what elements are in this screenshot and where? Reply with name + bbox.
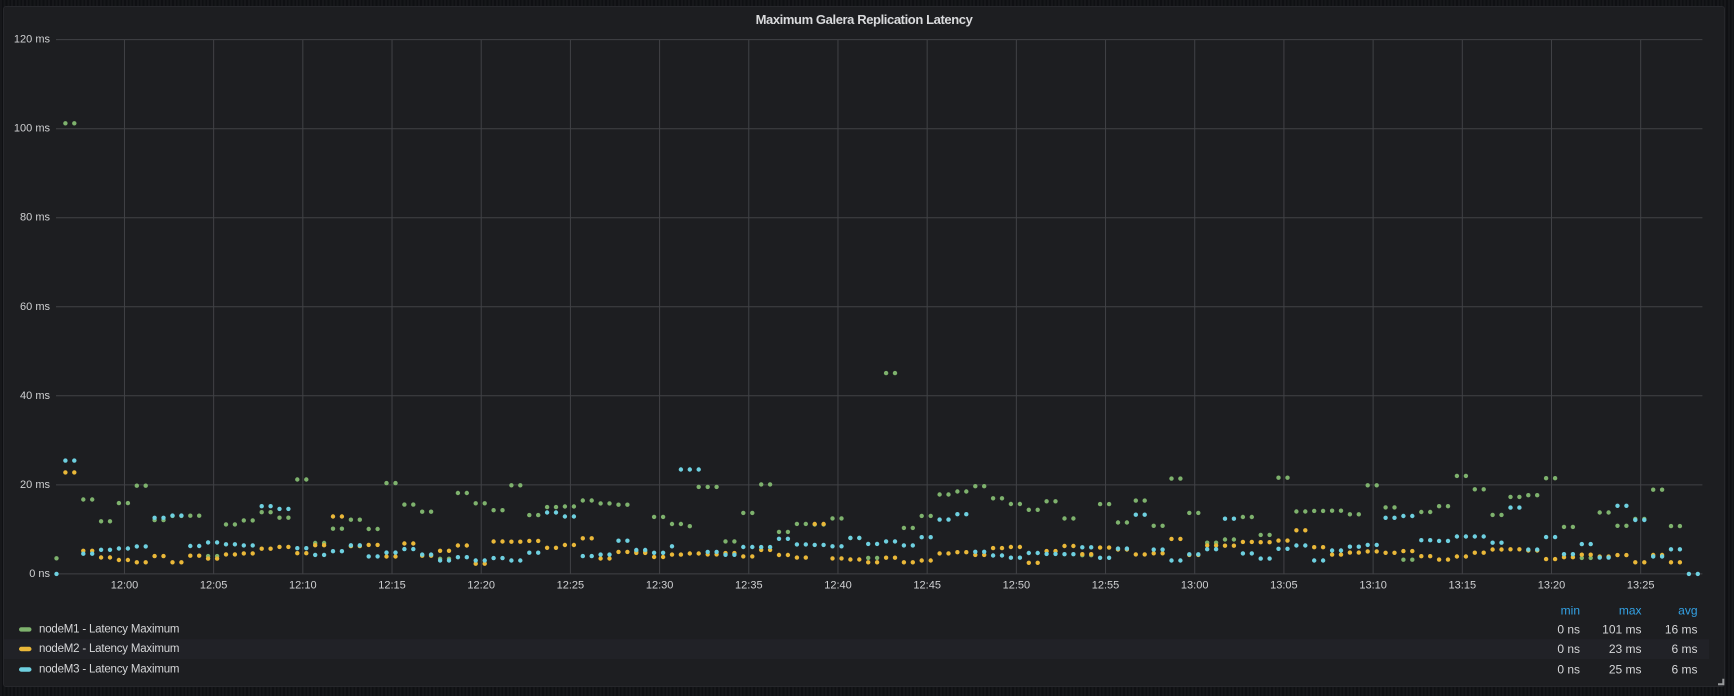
svg-text:12:35: 12:35 bbox=[735, 580, 763, 592]
svg-text:23 ms: 23 ms bbox=[1609, 642, 1642, 656]
svg-text:12:45: 12:45 bbox=[913, 580, 941, 592]
svg-text:12:50: 12:50 bbox=[1003, 580, 1031, 592]
svg-text:0 ns: 0 ns bbox=[1557, 663, 1580, 677]
svg-text:13:25: 13:25 bbox=[1627, 580, 1655, 592]
svg-text:13:00: 13:00 bbox=[1181, 580, 1209, 592]
svg-text:nodeM3 - Latency Maximum: nodeM3 - Latency Maximum bbox=[39, 664, 179, 676]
svg-text:6 ms: 6 ms bbox=[1671, 663, 1697, 677]
svg-text:40 ms: 40 ms bbox=[20, 390, 50, 402]
svg-text:12:05: 12:05 bbox=[200, 580, 228, 592]
svg-text:avg: avg bbox=[1678, 604, 1697, 618]
svg-text:12:20: 12:20 bbox=[467, 580, 495, 592]
svg-text:12:00: 12:00 bbox=[111, 580, 139, 592]
svg-text:13:15: 13:15 bbox=[1449, 580, 1477, 592]
svg-text:25 ms: 25 ms bbox=[1609, 663, 1642, 677]
svg-text:13:10: 13:10 bbox=[1359, 580, 1387, 592]
svg-text:80 ms: 80 ms bbox=[20, 212, 50, 224]
svg-text:0 ns: 0 ns bbox=[1557, 622, 1580, 636]
svg-text:6 ms: 6 ms bbox=[1671, 642, 1697, 656]
svg-text:nodeM2 - Latency Maximum: nodeM2 - Latency Maximum bbox=[39, 643, 179, 655]
svg-text:16 ms: 16 ms bbox=[1665, 622, 1698, 636]
svg-text:20 ms: 20 ms bbox=[20, 479, 50, 491]
svg-text:13:20: 13:20 bbox=[1538, 580, 1566, 592]
svg-text:60 ms: 60 ms bbox=[20, 301, 50, 313]
svg-text:100 ms: 100 ms bbox=[14, 123, 51, 135]
svg-text:0 ns: 0 ns bbox=[29, 568, 50, 580]
svg-text:12:30: 12:30 bbox=[646, 580, 674, 592]
svg-text:120 ms: 120 ms bbox=[14, 34, 51, 46]
svg-text:0 ns: 0 ns bbox=[1557, 642, 1580, 656]
svg-text:12:55: 12:55 bbox=[1092, 580, 1120, 592]
svg-text:min: min bbox=[1561, 604, 1580, 618]
svg-text:12:10: 12:10 bbox=[289, 580, 317, 592]
svg-text:13:05: 13:05 bbox=[1270, 580, 1298, 592]
svg-text:max: max bbox=[1619, 604, 1642, 618]
svg-text:nodeM1 - Latency Maximum: nodeM1 - Latency Maximum bbox=[39, 623, 179, 635]
svg-text:12:40: 12:40 bbox=[824, 580, 852, 592]
svg-text:101 ms: 101 ms bbox=[1602, 622, 1641, 636]
svg-text:12:25: 12:25 bbox=[557, 580, 585, 592]
svg-text:12:15: 12:15 bbox=[378, 580, 406, 592]
